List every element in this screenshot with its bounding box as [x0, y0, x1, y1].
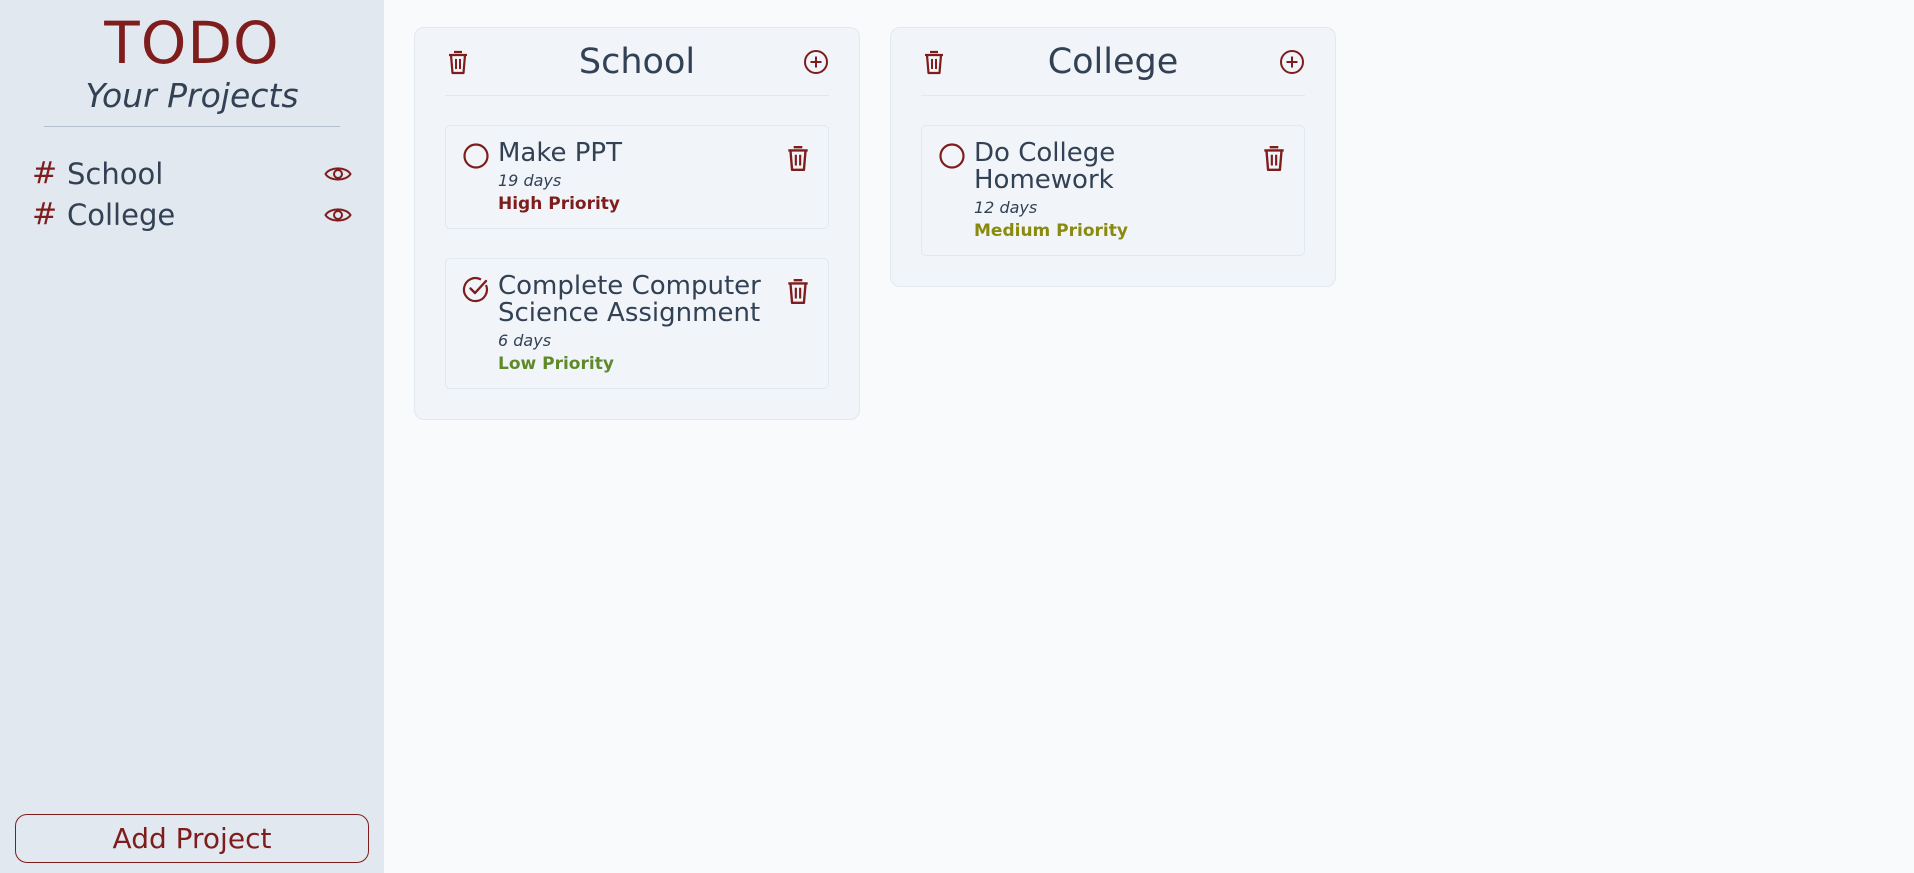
task-title: Make PPT — [498, 138, 622, 168]
task-title: Do College Homework — [974, 138, 1116, 195]
task-item: Make PPT 19 days High Priority — [445, 125, 829, 229]
sidebar-item-college[interactable]: # College — [32, 194, 352, 235]
sidebar-item-label: College — [67, 197, 176, 232]
project-title: School — [578, 41, 696, 82]
trash-icon[interactable] — [1262, 144, 1286, 172]
check-circle-icon[interactable] — [462, 275, 490, 303]
sidebar-divider — [44, 126, 340, 127]
circle-icon[interactable] — [462, 142, 490, 170]
task-priority: Medium Priority — [974, 221, 1128, 241]
trash-icon[interactable] — [786, 144, 810, 172]
plus-circle-icon[interactable] — [803, 49, 829, 75]
plus-circle-icon[interactable] — [1279, 49, 1305, 75]
trash-icon[interactable] — [786, 277, 810, 305]
task-body: Make PPT 19 days High Priority — [490, 140, 810, 216]
project-title: College — [1047, 41, 1179, 82]
task-body: Complete Computer Science Assignment 6 d… — [490, 273, 810, 376]
sidebar-item-label: School — [67, 156, 164, 191]
task-due: 19 days — [498, 171, 562, 190]
add-project-button[interactable]: Add Project — [15, 814, 369, 863]
project-card-header: School — [445, 28, 829, 96]
sidebar: TODO Your Projects # School # College Ad… — [0, 0, 384, 873]
task-item: Do College Homework 12 days Medium Prior… — [921, 125, 1305, 256]
circle-icon[interactable] — [938, 142, 966, 170]
task-body: Do College Homework 12 days Medium Prior… — [966, 140, 1286, 243]
eye-icon[interactable] — [324, 164, 352, 184]
task-due: 12 days — [974, 198, 1038, 217]
trash-icon[interactable] — [445, 49, 471, 75]
project-card-school: School Make PPT 19 days High Priority Co… — [414, 27, 860, 420]
task-priority: Low Priority — [498, 354, 614, 374]
main-content: School Make PPT 19 days High Priority Co… — [384, 0, 1914, 873]
project-list: # School # College — [0, 153, 384, 235]
eye-icon[interactable] — [324, 205, 352, 225]
hash-icon: # — [32, 156, 58, 191]
project-card-college: College Do College Homework 12 days Medi… — [890, 27, 1336, 287]
task-title: Complete Computer Science Assignment — [498, 271, 761, 328]
app-brand: TODO — [104, 9, 280, 77]
sidebar-item-school[interactable]: # School — [32, 153, 352, 194]
task-due: 6 days — [498, 331, 552, 350]
trash-icon[interactable] — [921, 49, 947, 75]
project-card-header: College — [921, 28, 1305, 96]
task-item: Complete Computer Science Assignment 6 d… — [445, 258, 829, 389]
task-priority: High Priority — [498, 194, 621, 214]
hash-icon: # — [32, 197, 58, 232]
sidebar-subtitle: Your Projects — [85, 76, 299, 115]
